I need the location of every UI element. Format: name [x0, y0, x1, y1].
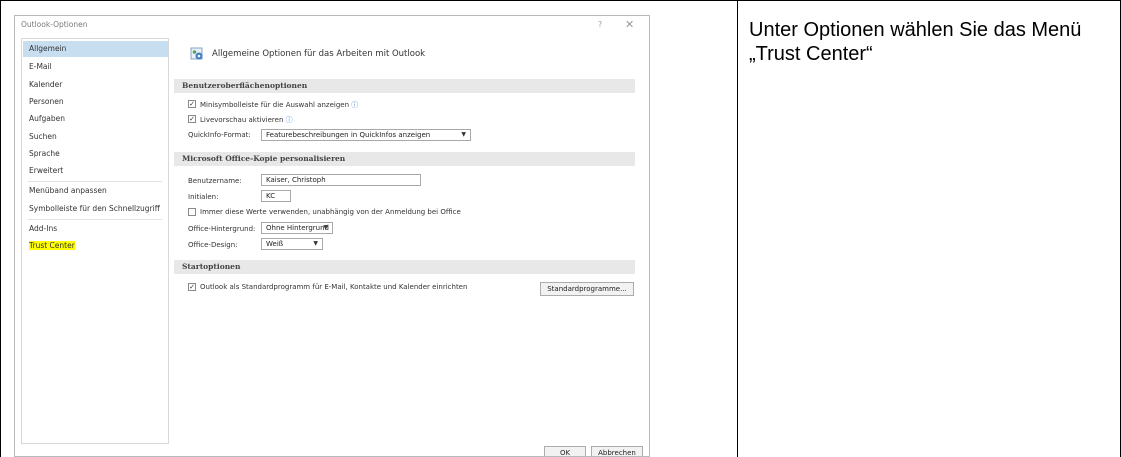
- minitoolbar-text: Minisymbolleiste für die Auswahl anzeige…: [200, 101, 350, 109]
- quickinfo-value: Featurebeschreibungen in QuickInfos anze…: [266, 131, 431, 139]
- default-programs-button[interactable]: Standardprogramme...: [540, 282, 634, 296]
- sidebar-item-label: Sprache: [29, 149, 60, 158]
- sidebar-item-label: E-Mail: [29, 62, 52, 71]
- table-border-top: [0, 0, 1121, 1]
- instruction-text: Unter Optionen wählen Sie das Menü „Trus…: [749, 19, 1082, 65]
- livepreview-label: Livevorschau aktivieren ⓘ: [200, 115, 293, 125]
- section-ui-options: Benutzeroberflächenoptionen: [174, 79, 635, 93]
- table-border-middle: [737, 0, 738, 457]
- username-label: Benutzername:: [188, 177, 242, 185]
- initials-field[interactable]: KC: [261, 190, 291, 202]
- background-value: Ohne Hintergrund: [266, 224, 330, 232]
- design-dropdown[interactable]: Weiß ▼: [261, 238, 323, 250]
- sidebar-item-label: Personen: [29, 97, 64, 106]
- background-label: Office-Hintergrund:: [188, 225, 256, 233]
- help-icon[interactable]: ?: [598, 20, 602, 29]
- minitoolbar-checkbox[interactable]: ✓: [188, 100, 196, 108]
- design-label: Office-Design:: [188, 241, 238, 249]
- sidebar-item-schnellzugriff[interactable]: Symbolleiste für den Schnellzugriff: [23, 201, 168, 217]
- sidebar-item-kalender[interactable]: Kalender: [23, 77, 168, 93]
- sidebar-item-addins[interactable]: Add-Ins: [23, 221, 168, 237]
- sidebar-item-label: Allgemein: [29, 44, 67, 53]
- always-use-checkbox[interactable]: [188, 208, 196, 216]
- table-border-left: [0, 0, 1, 457]
- sidebar-item-allgemein[interactable]: Allgemein: [23, 41, 168, 57]
- sidebar-item-label: Suchen: [29, 132, 57, 141]
- sidebar-item-email[interactable]: E-Mail: [23, 59, 168, 75]
- sidebar-divider: [28, 219, 162, 220]
- default-program-label: Outlook als Standardprogramm für E-Mail,…: [200, 283, 468, 291]
- username-field[interactable]: Kaiser, Christoph: [261, 174, 421, 186]
- section-personalize: Microsoft Office-Kopie personalisieren: [174, 152, 635, 166]
- sidebar-item-label: Menüband anpassen: [29, 186, 107, 195]
- sidebar-item-suchen[interactable]: Suchen: [23, 129, 168, 145]
- quickinfo-dropdown[interactable]: Featurebeschreibungen in QuickInfos anze…: [261, 129, 471, 141]
- sidebar-item-personen[interactable]: Personen: [23, 94, 168, 110]
- default-program-checkbox[interactable]: ✓: [188, 283, 196, 291]
- sidebar-item-label: Aufgaben: [29, 114, 66, 123]
- chevron-down-icon: ▼: [313, 240, 318, 247]
- always-use-label: Immer diese Werte verwenden, unabhängig …: [200, 208, 461, 216]
- outlook-options-dialog: Outlook-Optionen ? ✕ Allgemein E-Mail Ka…: [14, 15, 650, 457]
- dialog-title: Outlook-Optionen: [21, 20, 88, 29]
- sidebar-divider: [28, 181, 162, 182]
- design-value: Weiß: [266, 240, 284, 248]
- info-icon: ⓘ: [351, 101, 359, 109]
- page-title: Allgemeine Optionen für das Arbeiten mit…: [212, 49, 426, 59]
- sidebar-item-aufgaben[interactable]: Aufgaben: [23, 111, 168, 127]
- options-sidebar: Allgemein E-Mail Kalender Personen Aufga…: [21, 38, 169, 444]
- sidebar-item-label: Kalender: [29, 80, 63, 89]
- dialog-titlebar: Outlook-Optionen ? ✕: [15, 16, 649, 36]
- section-start-options: Startoptionen: [174, 260, 635, 274]
- info-icon: ⓘ: [285, 116, 293, 124]
- livepreview-text: Livevorschau aktivieren: [200, 116, 284, 124]
- cancel-button[interactable]: Abbrechen: [591, 446, 643, 456]
- background-dropdown[interactable]: Ohne Hintergrund ▼: [261, 222, 333, 234]
- sidebar-item-menueband[interactable]: Menüband anpassen: [23, 183, 168, 199]
- ok-button[interactable]: OK: [544, 446, 586, 456]
- options-main-panel: Allgemeine Optionen für das Arbeiten mit…: [174, 38, 640, 444]
- sidebar-item-label: Trust Center: [29, 241, 75, 250]
- minitoolbar-label: Minisymbolleiste für die Auswahl anzeige…: [200, 100, 358, 110]
- sidebar-item-sprache[interactable]: Sprache: [23, 146, 168, 162]
- chevron-down-icon: ▼: [461, 131, 466, 138]
- sidebar-item-label: Add-Ins: [29, 224, 58, 233]
- sidebar-item-erweitert[interactable]: Erweitert: [23, 163, 168, 179]
- options-gear-icon: [190, 47, 203, 60]
- initials-label: Initialen:: [188, 193, 219, 201]
- sidebar-item-label: Erweitert: [29, 166, 64, 175]
- chevron-down-icon: ▼: [323, 224, 328, 231]
- sidebar-item-trust-center[interactable]: Trust Center: [23, 238, 168, 254]
- quickinfo-label: QuickInfo-Format:: [188, 131, 251, 139]
- sidebar-item-label: Symbolleiste für den Schnellzugriff: [29, 204, 160, 213]
- close-icon[interactable]: ✕: [625, 18, 634, 31]
- livepreview-checkbox[interactable]: ✓: [188, 115, 196, 123]
